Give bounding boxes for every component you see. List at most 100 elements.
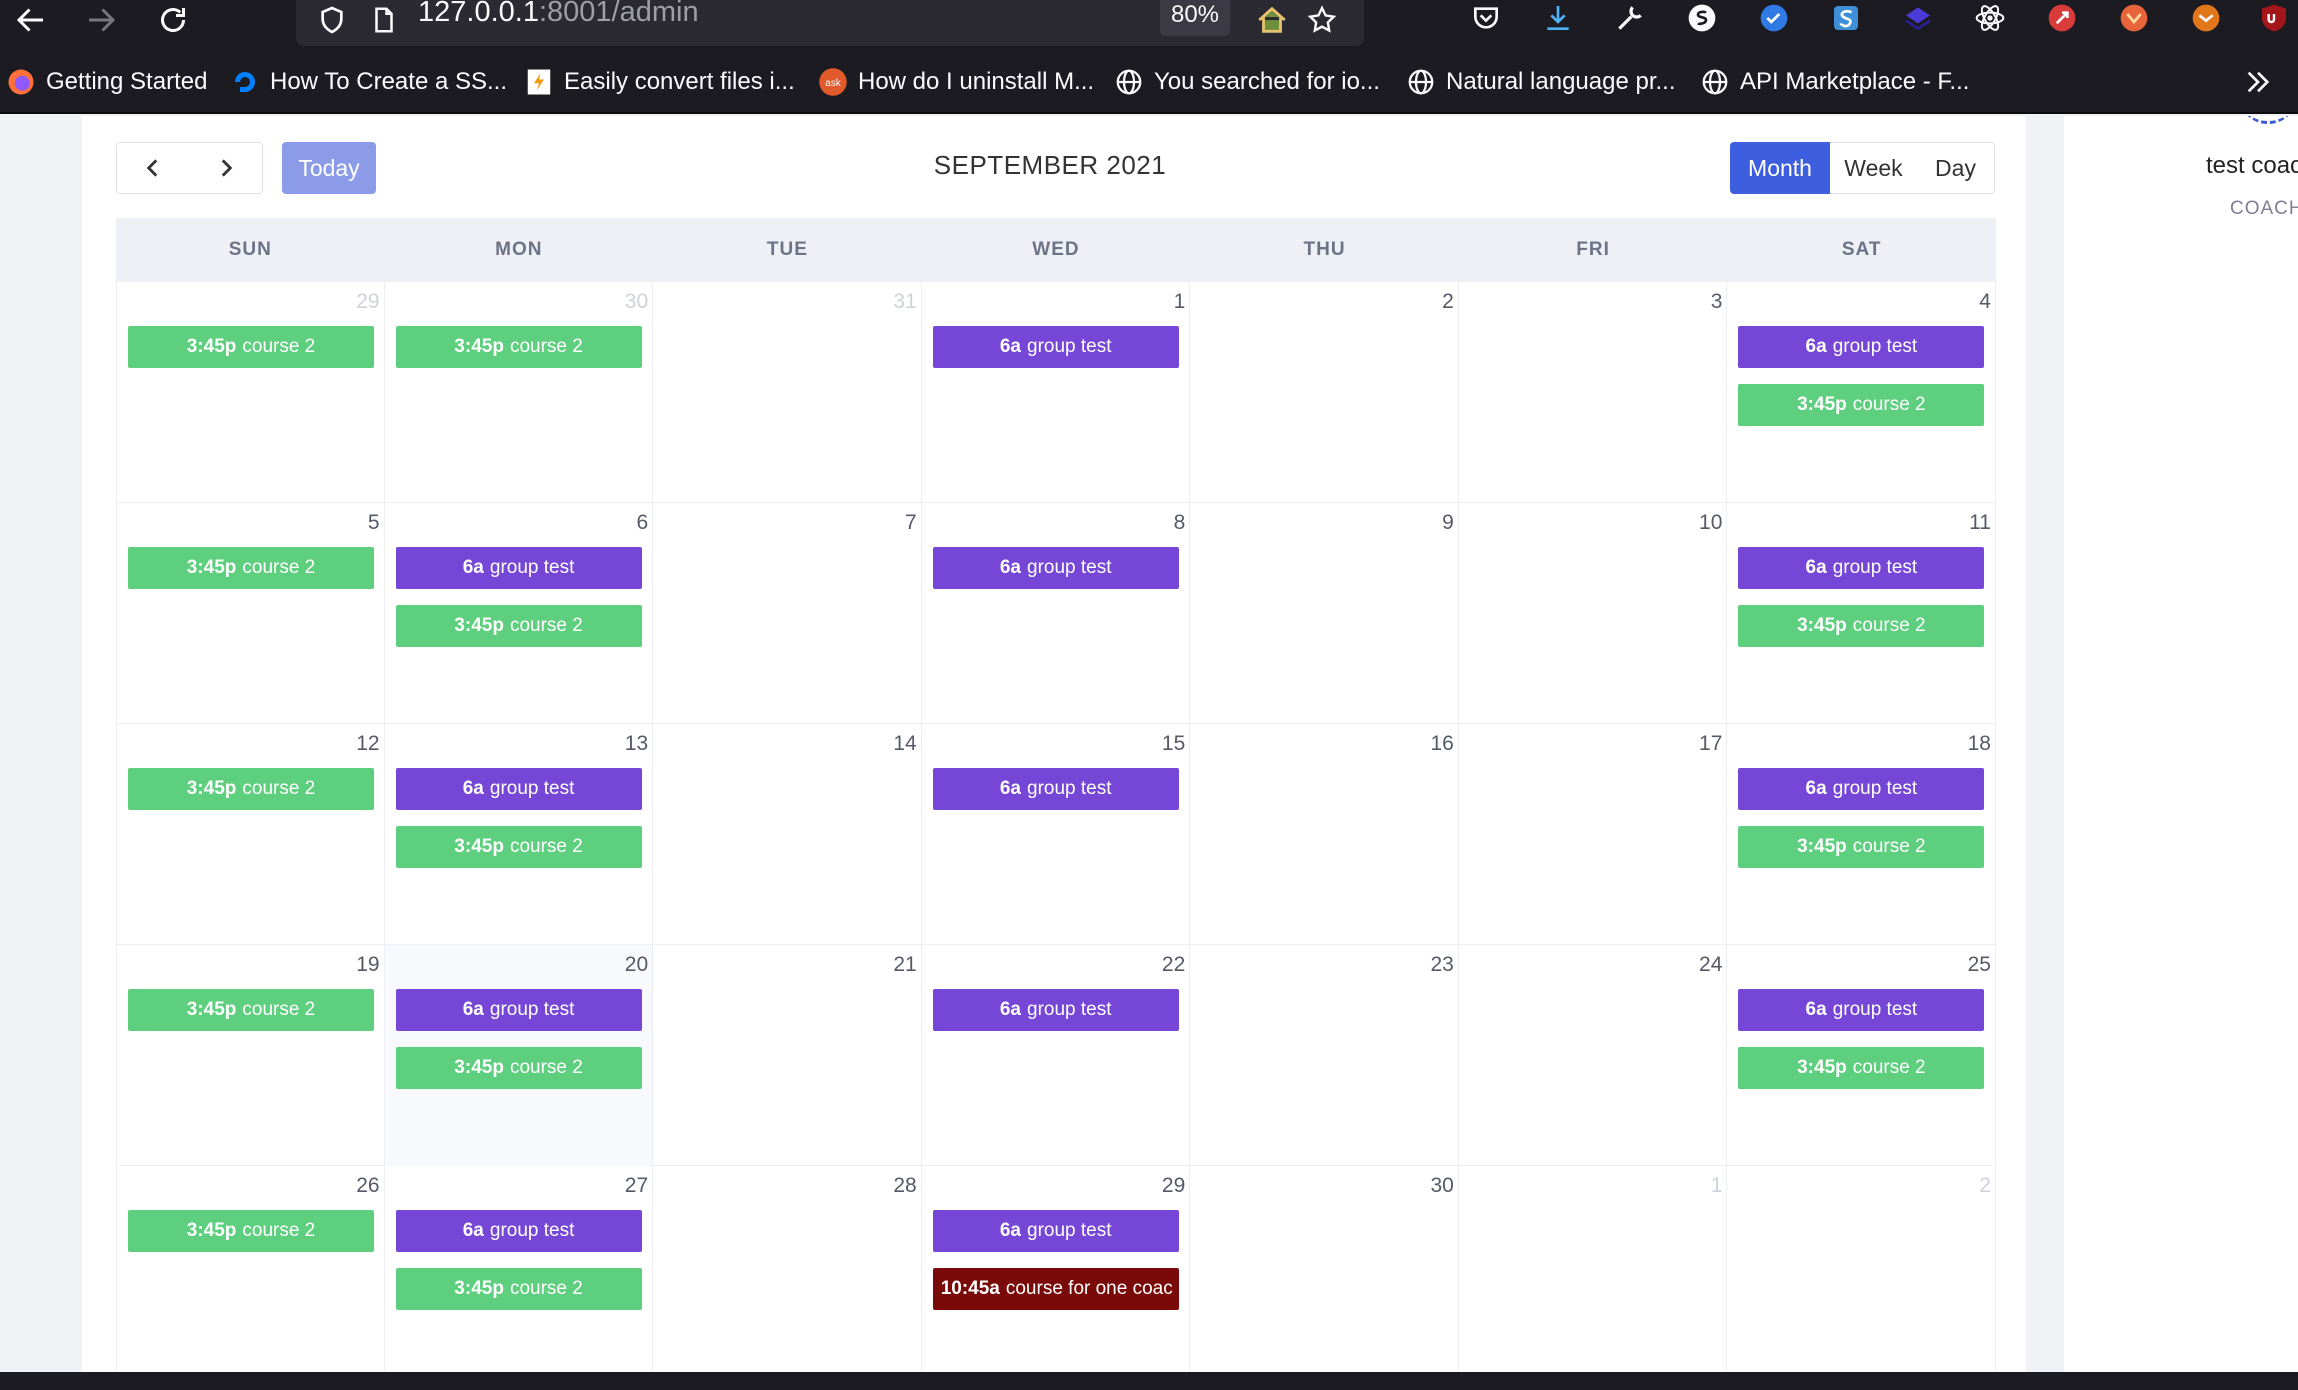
day-cell[interactable]: 19 3:45p course 2 [116,945,385,1166]
day-cell[interactable]: 31 [653,282,922,503]
day-number[interactable]: 27 [625,1174,648,1198]
calendar-event[interactable]: 3:45p course 2 [1738,384,1985,426]
bookmark-getting-started[interactable]: Getting Started [6,64,207,100]
day-number[interactable]: 29 [356,290,379,314]
pocket-icon[interactable] [1466,0,1506,36]
day-cell[interactable]: 29 3:45p course 2 [116,282,385,503]
day-number[interactable]: 23 [1430,953,1453,977]
day-number[interactable]: 7 [905,511,917,535]
red-extension-icon[interactable] [2042,0,2082,36]
day-number[interactable]: 1 [1711,1174,1723,1198]
calendar-event[interactable]: 10:45a course for one coac [932,1268,1179,1310]
calendar-event[interactable]: 6a group test [1738,989,1985,1031]
week-view-button[interactable]: Week [1830,142,1918,194]
day-cell[interactable]: 10 [1459,503,1728,724]
day-number[interactable]: 25 [1968,953,1991,977]
day-cell[interactable]: 12 3:45p course 2 [116,724,385,945]
calendar-event[interactable]: 3:45p course 2 [395,605,642,647]
day-number[interactable]: 9 [1442,511,1454,535]
day-cell[interactable]: 17 [1459,724,1728,945]
calendar-event[interactable]: 6a group test [395,547,642,589]
day-cell[interactable]: 29 6a group test 10:45a course for one coac [922,1166,1191,1372]
home-icon[interactable] [1252,0,1292,40]
bookmark-you-searched[interactable]: You searched for io... [1114,64,1380,100]
bookmark-natural-language[interactable]: Natural language pr... [1406,64,1676,100]
checkmark-extension-icon[interactable] [1754,0,1794,36]
day-number[interactable]: 26 [356,1174,379,1198]
day-cell[interactable]: 26 3:45p course 2 [116,1166,385,1372]
calendar-event[interactable]: 3:45p course 2 [128,989,374,1031]
day-cell[interactable]: 8 6a group test [922,503,1191,724]
forward-icon[interactable] [76,0,126,40]
day-cell[interactable]: 21 [653,945,922,1166]
calendar-event[interactable]: 3:45p course 2 [128,547,374,589]
day-number[interactable]: 18 [1968,732,1991,756]
day-number[interactable]: 17 [1699,732,1722,756]
metamask-icon[interactable] [2186,0,2226,36]
day-cell[interactable]: 18 6a group test 3:45p course 2 [1727,724,1996,945]
calendar-event[interactable]: 3:45p course 2 [395,1047,642,1089]
url-text[interactable]: 127.0.0.1:8001/admin [418,0,699,29]
calendar-event[interactable]: 6a group test [395,989,642,1031]
url-bar[interactable]: 127.0.0.1:8001/admin 80% [296,0,1364,46]
calendar-event[interactable]: 3:45p course 2 [1738,826,1985,868]
calendar-event[interactable]: 6a group test [1738,768,1985,810]
ublock-icon[interactable] [2254,0,2294,36]
day-number[interactable]: 2 [1979,1174,1991,1198]
chevron-double-right-icon[interactable] [2238,64,2278,100]
calendar-event[interactable]: 6a group test [932,547,1179,589]
calendar-event[interactable]: 3:45p course 2 [128,768,374,810]
calendar-event[interactable]: 3:45p course 2 [395,826,642,868]
calendar-event[interactable]: 6a group test [395,1210,642,1252]
day-number[interactable]: 2 [1442,290,1454,314]
shield-icon[interactable] [312,0,352,40]
react-devtools-icon[interactable] [1970,0,2010,36]
back-icon[interactable] [6,0,56,40]
day-number[interactable]: 24 [1699,953,1722,977]
day-cell[interactable]: 27 6a group test 3:45p course 2 [385,1166,654,1372]
avatar[interactable] [2238,116,2298,124]
day-cell[interactable]: 13 6a group test 3:45p course 2 [385,724,654,945]
day-number[interactable]: 30 [625,290,648,314]
day-cell[interactable]: 11 6a group test 3:45p course 2 [1727,503,1996,724]
day-cell[interactable]: 22 6a group test [922,945,1191,1166]
calendar-event[interactable]: 6a group test [932,768,1179,810]
zoom-level-button[interactable]: 80% [1160,0,1230,36]
day-cell[interactable]: 5 3:45p course 2 [116,503,385,724]
prev-month-button[interactable] [116,142,190,194]
day-number[interactable]: 28 [893,1174,916,1198]
day-number[interactable]: 20 [625,953,648,977]
next-month-button[interactable] [189,142,263,194]
day-cell[interactable]: 2 [1190,282,1459,503]
calendar-event[interactable]: 6a group test [932,326,1179,368]
day-cell[interactable]: 1 6a group test [922,282,1191,503]
day-cell[interactable]: 6 6a group test 3:45p course 2 [385,503,654,724]
wrench-icon[interactable] [1610,0,1650,36]
day-number[interactable]: 8 [1174,511,1186,535]
today-button[interactable]: Today [282,142,376,194]
day-cell[interactable]: 4 6a group test 3:45p course 2 [1727,282,1996,503]
day-cell[interactable]: 9 [1190,503,1459,724]
calendar-event[interactable]: 3:45p course 2 [395,326,642,368]
day-number[interactable]: 13 [625,732,648,756]
day-number[interactable]: 3 [1711,290,1723,314]
day-number[interactable]: 16 [1430,732,1453,756]
day-number[interactable]: 30 [1430,1174,1453,1198]
day-cell[interactable]: 7 [653,503,922,724]
bookmark-create-ssh[interactable]: How To Create a SS... [230,64,507,100]
day-number[interactable]: 6 [636,511,648,535]
day-number[interactable]: 14 [893,732,916,756]
calendar-event[interactable]: 6a group test [1738,547,1985,589]
bookmark-convert-files[interactable]: Easily convert files i... [524,64,795,100]
calendar-event[interactable]: 3:45p course 2 [1738,1047,1985,1089]
day-cell[interactable]: 15 6a group test [922,724,1191,945]
day-cell[interactable]: 2 [1727,1166,1996,1372]
calendar-event[interactable]: 3:45p course 2 [1738,605,1985,647]
day-number[interactable]: 22 [1162,953,1185,977]
day-view-button[interactable]: Day [1917,142,1995,194]
fox-extension-icon[interactable] [2114,0,2154,36]
day-cell[interactable]: 30 3:45p course 2 [385,282,654,503]
s-extension-icon[interactable] [1682,0,1722,36]
day-cell[interactable]: 20 6a group test 3:45p course 2 [384,945,654,1166]
calendar-event[interactable]: 3:45p course 2 [128,326,374,368]
